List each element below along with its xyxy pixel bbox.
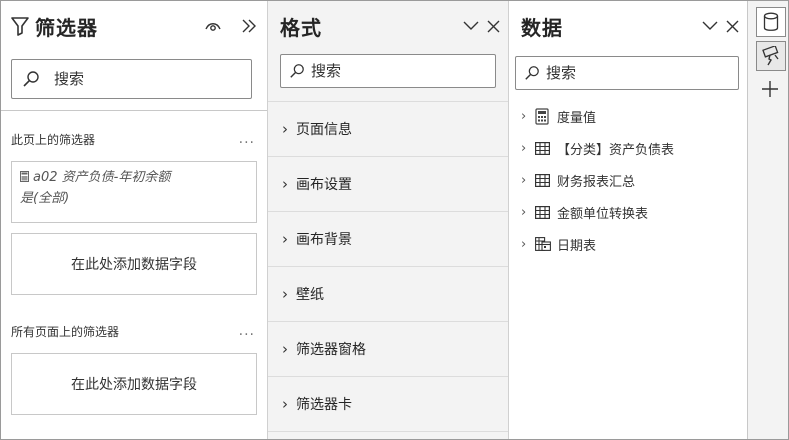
format-card-label: 筛选器窗格 (296, 342, 366, 358)
add-pane-button[interactable] (756, 75, 784, 103)
database-icon (763, 12, 779, 32)
filter-icon (11, 16, 29, 36)
search-icon (289, 63, 305, 79)
chevron-right-icon: › (282, 285, 288, 303)
tree-item-financial-summary[interactable]: › 财务报表汇总 (521, 164, 747, 196)
all-pages-filters-section: 所有页面上的筛选器 ... (1, 309, 267, 353)
table-icon (535, 205, 557, 219)
collapse-pane-icon[interactable] (241, 18, 257, 34)
more-options-icon[interactable]: ... (239, 323, 255, 339)
format-header: 格式 (268, 1, 508, 51)
format-card-label: 画布背景 (296, 232, 352, 248)
table-icon (535, 141, 557, 155)
page-filters-section: 此页上的筛选器 ... (1, 117, 267, 161)
filters-pane: 筛选器 此页上的筛选器 ... a02 资产负债-年初余额 (1, 1, 268, 439)
all-pages-filters-label: 所有页面上的筛选器 (11, 324, 120, 339)
chevron-right-icon: › (521, 172, 527, 188)
eye-icon[interactable] (205, 20, 221, 32)
filters-title: 筛选器 (35, 15, 98, 40)
filters-search-input[interactable] (54, 70, 251, 88)
tree-item-unit-conversion[interactable]: › 金额单位转换表 (521, 196, 747, 228)
search-icon (524, 65, 540, 81)
filters-header: 筛选器 (1, 1, 267, 51)
divider (1, 110, 267, 111)
data-search-input[interactable] (546, 64, 738, 82)
chevron-right-icon: › (282, 120, 288, 138)
chevron-down-icon[interactable] (702, 21, 718, 31)
tree-item-label: 【分类】资产负债表 (557, 142, 675, 158)
tree-item-date-table[interactable]: › 日期表 (521, 228, 747, 260)
data-title: 数据 (521, 15, 563, 40)
tree-item-balance-sheet[interactable]: › 【分类】资产负债表 (521, 132, 747, 164)
close-icon[interactable] (487, 20, 500, 33)
chevron-right-icon: › (521, 140, 527, 156)
format-card-filter-cards[interactable]: › 筛选器卡 (268, 377, 508, 432)
data-pane: 数据 › 度量值 › (509, 1, 748, 439)
format-search-input[interactable] (311, 62, 495, 80)
date-table-icon (535, 237, 557, 251)
format-card-wallpaper[interactable]: › 壁纸 (268, 267, 508, 322)
report-panes: 筛选器 此页上的筛选器 ... a02 资产负债-年初余额 (0, 0, 789, 440)
chevron-right-icon: › (521, 204, 527, 220)
tree-item-label: 度量值 (557, 110, 597, 126)
format-card-filter-pane[interactable]: › 筛选器窗格 (268, 322, 508, 377)
filter-card[interactable]: a02 资产负债-年初余额 是(全部) (11, 161, 257, 223)
format-card-page-info[interactable]: › 页面信息 (268, 102, 508, 157)
chevron-right-icon: › (521, 236, 527, 252)
chevron-right-icon: › (282, 340, 288, 358)
chevron-right-icon: › (282, 395, 288, 413)
add-field-label: 在此处添加数据字段 (71, 257, 197, 273)
format-card-label: 画布设置 (296, 177, 352, 193)
calculator-icon (535, 107, 557, 125)
data-pane-button[interactable] (756, 7, 786, 37)
format-card-label: 筛选器卡 (296, 397, 352, 413)
tree-item-label: 财务报表汇总 (557, 174, 636, 190)
format-search[interactable] (280, 54, 496, 88)
format-card-canvas-settings[interactable]: › 画布设置 (268, 157, 508, 212)
format-card-list: › 页面信息 › 画布设置 › 画布背景 › 壁纸 › 筛选器窗格 › 筛选器卡 (268, 101, 508, 432)
close-icon[interactable] (726, 20, 739, 33)
format-card-label: 壁纸 (296, 287, 324, 303)
format-card-canvas-background[interactable]: › 画布背景 (268, 212, 508, 267)
data-field-tree: › 度量值 › 【分类】资产负债表 › 财务报表汇总 › 金额单位转换表 › 日… (509, 100, 747, 260)
search-icon (22, 70, 40, 88)
format-card-label: 页面信息 (296, 122, 352, 138)
more-options-icon[interactable]: ... (239, 131, 255, 147)
calculator-icon (20, 169, 29, 189)
data-search[interactable] (515, 56, 739, 90)
format-pane: 格式 › 页面信息 › 画布设置 › 画布背景 › 壁纸 › 筛选器窗格 › 筛选器卡 (268, 1, 509, 439)
pane-switcher-rail (748, 1, 788, 439)
add-field-dropzone-all-pages[interactable]: 在此处添加数据字段 (11, 353, 257, 415)
chevron-right-icon: › (282, 230, 288, 248)
tree-item-measures[interactable]: › 度量值 (521, 100, 747, 132)
format-pane-button[interactable] (756, 41, 786, 71)
format-title: 格式 (280, 15, 322, 40)
chevron-down-icon[interactable] (463, 21, 479, 31)
add-field-label: 在此处添加数据字段 (71, 377, 197, 393)
plus-icon (761, 80, 779, 98)
data-header: 数据 (509, 1, 747, 51)
chevron-right-icon: › (282, 175, 288, 193)
tree-item-label: 金额单位转换表 (557, 206, 649, 222)
tree-item-label: 日期表 (557, 238, 597, 254)
paintbrush-icon (762, 46, 780, 66)
add-field-dropzone[interactable]: 在此处添加数据字段 (11, 233, 257, 295)
chevron-right-icon: › (521, 108, 527, 124)
filter-card-field: a02 资产负债-年初余额 (33, 170, 171, 185)
page-filters-label: 此页上的筛选器 (11, 132, 96, 147)
filter-card-state: 是(全部) (20, 191, 70, 206)
table-icon (535, 173, 557, 187)
filters-search[interactable] (11, 59, 252, 99)
